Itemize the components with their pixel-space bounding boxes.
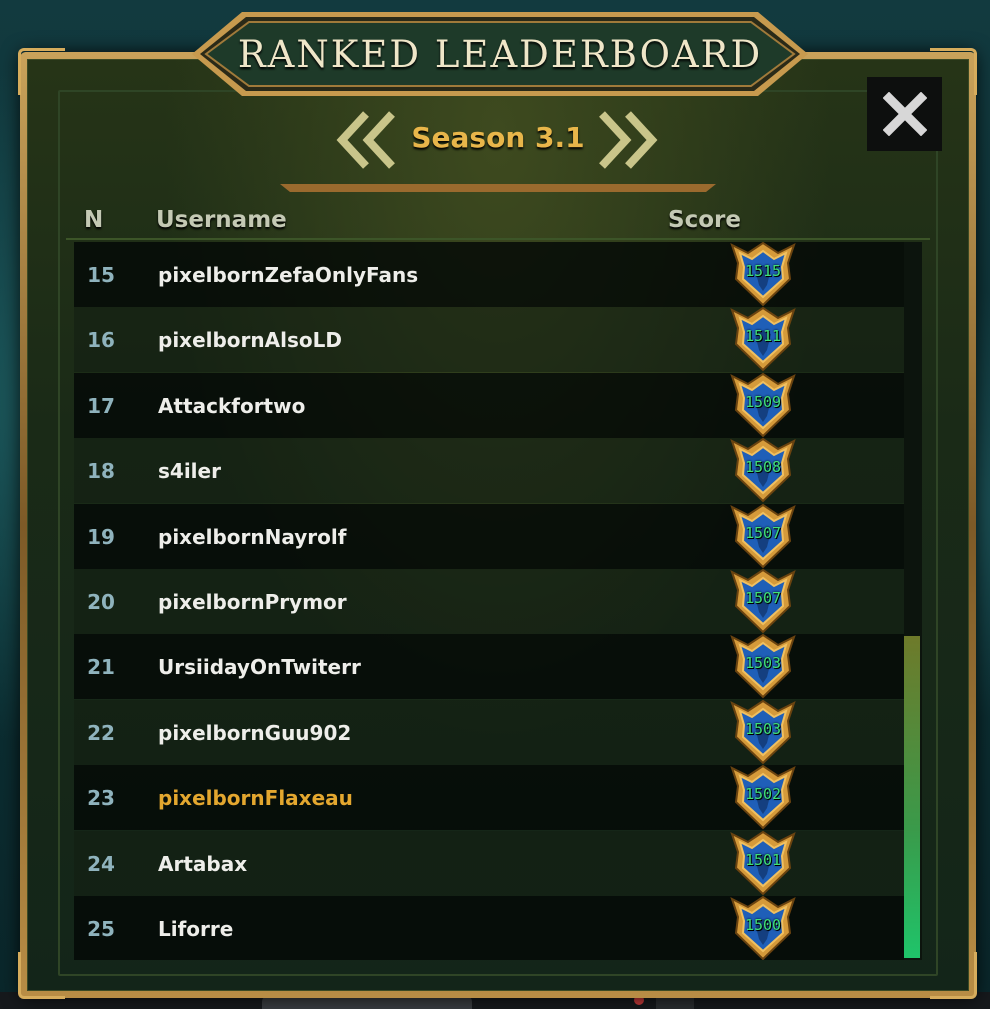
- rank-number: 18: [87, 458, 115, 483]
- corner-ornament-top-left: [18, 48, 65, 95]
- score-value: 1501: [744, 851, 782, 869]
- rank-shield-icon: 1508: [728, 435, 798, 505]
- season-next-button[interactable]: [596, 110, 658, 170]
- score-value: 1503: [744, 654, 782, 672]
- table-row[interactable]: 25 Liforre 1500: [74, 893, 904, 960]
- score-value: 1508: [744, 458, 782, 476]
- table-row[interactable]: 16 pixelbornAlsoLD 1511: [74, 304, 904, 374]
- table-row[interactable]: 19 pixelbornNayrolf 1507: [74, 501, 904, 571]
- double-chevron-left-icon: [336, 111, 395, 169]
- column-header-rank: N: [84, 207, 104, 233]
- score-value: 1515: [744, 262, 782, 280]
- rank-number: 21: [87, 654, 115, 679]
- column-header-username: Username: [156, 207, 287, 233]
- table-row[interactable]: 21 UrsiidayOnTwiterr 1503: [74, 631, 904, 701]
- score-value: 1502: [744, 785, 782, 803]
- rank-shield-icon: 1500: [728, 893, 798, 960]
- close-button[interactable]: [867, 77, 942, 151]
- rank-shield-icon: 1515: [728, 242, 798, 309]
- corner-ornament-bottom-right: [930, 952, 977, 999]
- corner-ornament-bottom-left: [18, 952, 65, 999]
- table-row[interactable]: 15 pixelbornZefaOnlyFans 1515: [74, 242, 904, 307]
- rank-number: 23: [87, 785, 115, 810]
- rank-shield-icon: 1503: [728, 631, 798, 701]
- username: UrsiidayOnTwiterr: [158, 654, 361, 679]
- rank-number: 24: [87, 851, 115, 876]
- score-value: 1500: [744, 916, 782, 934]
- season-prev-button[interactable]: [336, 110, 398, 170]
- score-value: 1509: [744, 393, 782, 411]
- rank-shield-icon: 1511: [728, 304, 798, 374]
- table-row[interactable]: 23 pixelbornFlaxeau 1502: [74, 762, 904, 832]
- rank-number: 19: [87, 524, 115, 549]
- season-divider: [280, 184, 716, 192]
- rank-shield-icon: 1503: [728, 697, 798, 767]
- username: pixelbornGuu902: [158, 720, 352, 745]
- leaderboard-list[interactable]: 15 pixelbornZefaOnlyFans 1515 16 pixelbornAl…: [74, 242, 904, 960]
- table-row[interactable]: 24 Artabax 1501: [74, 828, 904, 898]
- username: Artabax: [158, 851, 248, 876]
- rank-shield-icon: 1507: [728, 566, 798, 636]
- page-title: RANKED LEADERBOARD: [237, 32, 763, 76]
- rank-number: 16: [87, 327, 115, 352]
- score-value: 1503: [744, 720, 782, 738]
- rank-number: 17: [87, 393, 115, 418]
- table-row[interactable]: 18 s4iler 1508: [74, 435, 904, 505]
- username: pixelbornAlsoLD: [158, 327, 342, 352]
- rank-shield-icon: 1507: [728, 501, 798, 571]
- username: pixelbornFlaxeau: [158, 785, 353, 810]
- close-x-icon: [882, 92, 927, 136]
- double-chevron-right-icon: [599, 111, 658, 169]
- rank-number: 20: [87, 589, 115, 614]
- season-label: Season 3.1: [411, 120, 585, 154]
- rank-shield-icon: 1502: [728, 762, 798, 832]
- table-row[interactable]: 22 pixelbornGuu902 1503: [74, 697, 904, 767]
- score-value: 1507: [744, 589, 782, 607]
- rank-shield-icon: 1501: [728, 828, 798, 898]
- username: s4iler: [158, 458, 221, 483]
- username: pixelbornZefaOnlyFans: [158, 262, 419, 287]
- table-row[interactable]: 17 Attackfortwo 1509: [74, 370, 904, 440]
- scrollbar-thumb[interactable]: [904, 636, 920, 958]
- column-header-score: Score: [668, 207, 741, 233]
- username: Attackfortwo: [158, 393, 306, 418]
- username: pixelbornPrymor: [158, 589, 347, 614]
- rank-number: 15: [87, 262, 115, 287]
- rank-number: 25: [87, 916, 115, 941]
- rank-number: 22: [87, 720, 115, 745]
- username: pixelbornNayrolf: [158, 524, 347, 549]
- username: Liforre: [158, 916, 234, 941]
- table-row[interactable]: 20 pixelbornPrymor 1507: [74, 566, 904, 636]
- score-value: 1511: [744, 327, 782, 345]
- score-value: 1507: [744, 524, 782, 542]
- rank-shield-icon: 1509: [728, 370, 798, 440]
